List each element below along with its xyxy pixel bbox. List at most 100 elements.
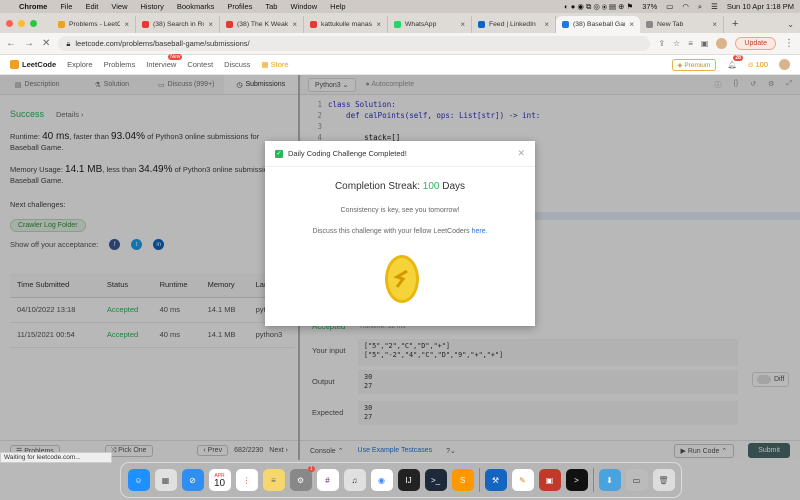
nav-explore[interactable]: Explore	[67, 60, 92, 69]
nav-interview[interactable]: Interview New	[146, 54, 183, 69]
menu-bookmarks[interactable]: Bookmarks	[177, 2, 215, 11]
macos-menubar: Chrome File Edit View History Bookmarks …	[0, 0, 800, 13]
preview-icon[interactable]: ▣	[538, 469, 561, 491]
menu-file[interactable]: File	[60, 2, 72, 11]
dock-separator	[592, 468, 594, 492]
safari-icon[interactable]: ⊘	[181, 469, 204, 491]
battery-percent[interactable]: 37%	[642, 2, 657, 11]
browser-tab[interactable]: kattukulle manasu ×	[304, 16, 388, 33]
notes-icon[interactable]: ≡	[262, 469, 285, 491]
tab-favicon	[310, 21, 317, 28]
battery-icon[interactable]: ▭	[666, 2, 673, 11]
lock-icon[interactable]: 🔒︎	[66, 39, 70, 49]
status-icons[interactable]: ◐ ● ◉ ⧉ ◎ ⦿ ▤ ⊕ ⚑	[564, 2, 633, 12]
chrome-menu-icon[interactable]: ⋮	[784, 38, 794, 49]
downloads-folder-icon[interactable]: ⬇	[598, 469, 621, 491]
nav-store[interactable]: ▦ Store	[261, 60, 288, 69]
tab-favicon	[58, 21, 65, 28]
stop-icon[interactable]: ✕	[42, 38, 50, 49]
browser-tab[interactable]: (38) Baseball Gam ×	[556, 16, 640, 33]
menu-history[interactable]: History	[141, 2, 164, 11]
side-panel-icon[interactable]: ▣	[701, 39, 709, 48]
calendar-icon[interactable]: APR 10	[208, 469, 231, 491]
menu-tab[interactable]: Tab	[265, 2, 277, 11]
premium-label: Premium	[684, 61, 711, 69]
coin-count: 100	[755, 59, 768, 69]
browser-tab[interactable]: New Tab ×	[640, 16, 724, 33]
menu-window[interactable]: Window	[290, 2, 317, 11]
url-text[interactable]: leetcode.com/problems/baseball-game/subm…	[75, 39, 249, 48]
tab-close-icon[interactable]: ×	[292, 20, 297, 29]
user-avatar[interactable]	[779, 59, 790, 70]
script-editor-icon[interactable]: ✎	[511, 469, 534, 491]
terminal-app-icon[interactable]: >_	[424, 469, 447, 491]
menu-edit[interactable]: Edit	[85, 2, 98, 11]
bookmark-star-icon[interactable]: ☆	[673, 39, 680, 48]
screenshot-folder-icon[interactable]: ▭	[625, 469, 648, 491]
clock[interactable]: Sun 10 Apr 1:18 PM	[727, 2, 794, 11]
tab-close-icon[interactable]: ×	[208, 20, 213, 29]
menu-view[interactable]: View	[111, 2, 127, 11]
menu-profiles[interactable]: Profiles	[227, 2, 252, 11]
music-icon[interactable]: ♫	[343, 469, 366, 491]
tab-close-icon[interactable]: ×	[124, 20, 129, 29]
tab-favicon	[562, 21, 569, 28]
tab-close-icon[interactable]: ×	[460, 20, 465, 29]
system-preferences-icon[interactable]: ⚙ 1	[289, 466, 315, 491]
nav-discuss[interactable]: Discuss	[224, 60, 250, 69]
close-window-button[interactable]	[6, 20, 13, 27]
notifications-button[interactable]: 🔔︎ 28	[727, 55, 743, 69]
streak-unit: Days	[442, 181, 466, 192]
leetcode-logo[interactable]: LeetCode	[10, 60, 56, 69]
update-button[interactable]: Update	[735, 37, 776, 50]
premium-button[interactable]: ◈ Premium	[671, 58, 717, 71]
discuss-here-link[interactable]: here.	[472, 228, 488, 235]
discuss-message: Discuss this challenge with your fellow …	[265, 228, 535, 235]
slack-icon[interactable]: #	[316, 469, 339, 491]
tab-title: Feed | LinkedIn	[489, 21, 536, 28]
new-tab-icon[interactable]: +	[732, 18, 738, 30]
browser-tab[interactable]: WhatsApp ×	[388, 16, 472, 33]
nav-problems[interactable]: Problems	[104, 60, 136, 69]
xcode-icon[interactable]: ⚒	[484, 469, 507, 491]
coins-button[interactable]: 🔥︎ 100	[748, 60, 768, 70]
fire-icon: 🔥︎	[747, 59, 754, 69]
sublime-icon[interactable]: S	[451, 469, 474, 491]
browser-tab[interactable]: (38) Search in Ro ×	[136, 16, 220, 33]
tab-close-icon[interactable]: ×	[712, 20, 717, 29]
forward-icon[interactable]: →	[24, 38, 34, 49]
menu-help[interactable]: Help	[330, 2, 345, 11]
tab-favicon	[646, 21, 653, 28]
back-icon[interactable]: ←	[6, 38, 16, 49]
app-menu[interactable]: Chrome	[19, 2, 47, 11]
tab-close-icon[interactable]: ×	[376, 20, 381, 29]
reminders-icon[interactable]: ⋮	[235, 469, 258, 491]
wifi-icon[interactable]: ◠	[682, 2, 689, 11]
nav-contest[interactable]: Contest	[187, 60, 213, 69]
chrome-icon[interactable]: ◉	[370, 469, 393, 491]
tab-search-icon[interactable]: ⌄	[787, 20, 800, 29]
dock-separator	[478, 468, 480, 492]
tab-title: (38) Search in Ro	[153, 21, 205, 28]
launchpad-icon[interactable]: ▦	[154, 469, 177, 491]
reading-list-icon[interactable]: ≡	[688, 39, 693, 48]
intellij-icon[interactable]: IJ	[397, 469, 420, 491]
close-icon[interactable]: ✕	[517, 148, 525, 159]
browser-tab[interactable]: Problems - LeetCode ×	[52, 16, 136, 33]
tab-close-icon[interactable]: ×	[544, 20, 549, 29]
browser-tab[interactable]: (38) The K Weake ×	[220, 16, 304, 33]
trash-icon[interactable]: 🗑︎	[652, 469, 675, 491]
finder-icon[interactable]: ☺	[127, 469, 150, 491]
share-icon[interactable]: ⇪	[658, 39, 665, 48]
streak-value: 100	[422, 181, 440, 192]
control-center-icon[interactable]: ☰	[711, 2, 718, 11]
minimize-window-button[interactable]	[18, 20, 25, 27]
premium-icon: ◈	[677, 61, 683, 69]
zoom-window-button[interactable]	[30, 20, 37, 27]
tab-close-icon[interactable]: ×	[629, 20, 634, 29]
profile-avatar[interactable]	[716, 38, 728, 49]
browser-tab[interactable]: Feed | LinkedIn ×	[472, 16, 556, 33]
address-bar[interactable]: 🔒︎ leetcode.com/problems/baseball-game/s…	[58, 36, 651, 51]
search-icon[interactable]: ⌕	[698, 2, 702, 12]
terminal-icon[interactable]: >	[565, 469, 588, 491]
